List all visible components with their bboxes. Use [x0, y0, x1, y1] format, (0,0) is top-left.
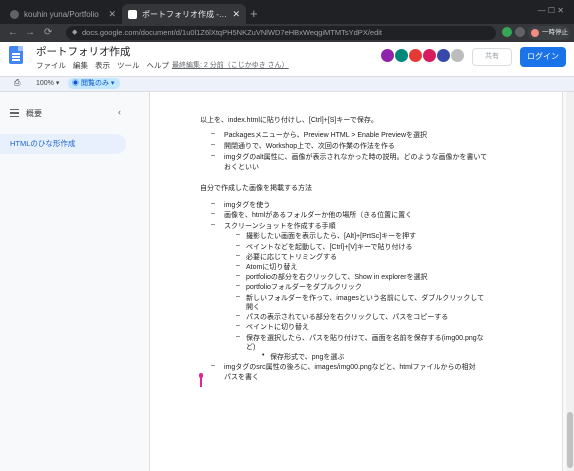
bullet-icon: – [236, 322, 240, 329]
url-text: docs.google.com/document/d/1u0l1Z6lXtqPH… [82, 28, 382, 37]
list-item: パスを書く [224, 374, 259, 381]
avatar[interactable] [380, 48, 395, 63]
bullet-icon: • [262, 352, 265, 359]
share-button[interactable]: 共有 [472, 48, 512, 66]
bullet-icon: – [236, 272, 240, 279]
avatar[interactable] [394, 48, 409, 63]
avatar[interactable] [422, 48, 437, 63]
bullet-icon: – [236, 293, 240, 300]
avatar[interactable] [436, 48, 451, 63]
bullet-icon: – [211, 152, 215, 159]
list-item: おくといい [224, 164, 259, 171]
print-icon[interactable]: ⎙ [14, 78, 20, 88]
tab-title: ポートフォリオ作成 - Google ドキュメント [142, 9, 228, 19]
remote-cursor [198, 373, 203, 387]
avatar-icon [531, 29, 539, 37]
list-item: Packagesメニューから、Preview HTML > Enable Pre… [224, 132, 427, 139]
list-item: portfolioフォルダーをダブルクリック [246, 284, 362, 291]
extension-icon[interactable] [515, 27, 525, 37]
list-item: 開閉通りで、Workshop上で、次回の作業の作法を作る [224, 143, 395, 150]
bullet-icon: – [236, 312, 240, 319]
eye-icon: ◉ [72, 80, 79, 87]
new-tab-button[interactable]: + [250, 6, 258, 21]
list-item: imgタグを使う [224, 202, 271, 209]
bullet-icon: – [236, 262, 240, 269]
close-icon[interactable]: ✕ [232, 9, 240, 20]
bullet-icon: – [236, 252, 240, 259]
outline-icon [10, 109, 19, 117]
bullet-icon: – [236, 282, 240, 289]
url-field[interactable]: ◆ docs.google.com/document/d/1u0l1Z6lXtq… [66, 26, 496, 40]
pause-label: 一時停止 [542, 29, 568, 36]
list-item: ペイントに切り替え [246, 324, 309, 331]
list-item: Atomに切り替え [246, 264, 298, 271]
bullet-icon: – [211, 130, 215, 137]
login-button[interactable]: ログイン [520, 47, 566, 67]
window-controls[interactable]: — ☐ ✕ [538, 6, 564, 15]
paragraph: 自分で作成した画像を掲載する方法 [200, 185, 312, 192]
github-icon [10, 9, 19, 19]
view-mode-label: 閲覧のみ [80, 80, 109, 87]
outline-title: 概要 [26, 109, 42, 118]
list-item: ど) [246, 344, 256, 351]
menu-view[interactable]: 表示 [95, 60, 110, 71]
list-item: スクリーンショットを作成する手順 [224, 223, 336, 230]
scroll-thumb[interactable] [567, 412, 573, 468]
docs-favicon-icon [128, 9, 137, 19]
lock-icon: ◆ [72, 29, 78, 36]
list-item: imgタグのsrc属性の後ろに、images/img00.pngなどと、html… [224, 364, 476, 371]
zoom-value: 100% [36, 80, 54, 87]
star-icon[interactable]: ☆ [107, 44, 115, 55]
tab-title: kouhin yuna/Portfolio [24, 9, 99, 19]
view-mode-button[interactable]: ◉ 閲覧のみ ▾ [68, 78, 121, 89]
menu-edit[interactable]: 編集 [73, 60, 88, 71]
document-title[interactable]: ポートフォリオ作成 [36, 44, 131, 59]
chevron-down-icon: ▾ [110, 80, 115, 87]
bullet-icon: – [236, 231, 240, 238]
outline-item[interactable]: HTMLのひな形作成 [0, 134, 126, 154]
list-item: 必要に応じてトリミングする [246, 254, 337, 261]
avatar[interactable] [408, 48, 423, 63]
menu-file[interactable]: ファイル [36, 60, 66, 71]
bullet-icon: – [211, 221, 215, 228]
bullet-icon: – [236, 242, 240, 249]
list-item: パスの表示されている部分を右クリックして、パスをコピーする [246, 314, 449, 321]
list-item: 保存を選択したら、パスを貼り付けて、画面を名前を保存する(img00.pngな [246, 335, 484, 342]
reload-icon[interactable]: ⟳ [44, 27, 52, 38]
menu-help[interactable]: ヘルプ [147, 60, 170, 71]
paragraph: 以上を、index.htmlに貼り付けし、[Ctrl]+[S]キーで保存。 [200, 117, 378, 124]
chevron-down-icon: ▾ [55, 80, 60, 87]
list-item: 保存形式で、pngを選ぶ [270, 354, 345, 361]
forward-icon[interactable]: → [25, 27, 35, 38]
list-item: 画像を、htmlがあるフォルダーか他の場所（きる位置に置く [224, 212, 413, 219]
bullet-icon: – [211, 362, 215, 369]
browser-tab-docs[interactable]: ポートフォリオ作成 - Google ドキュメント ✕ [122, 4, 246, 24]
avatar-more[interactable] [450, 48, 465, 63]
list-item: 撮影したい画面を表示したら、[Alt]+[PrtSc]キーを押す [246, 233, 417, 240]
browser-tab-portfolio[interactable]: kouhin yuna/Portfolio ✕ [4, 4, 122, 24]
zoom-select[interactable]: 100% ▾ [36, 79, 59, 87]
last-edit-link[interactable]: 最終編集: 2 分前（こじかゆき さん） [172, 60, 289, 70]
menu-tools[interactable]: ツール [117, 60, 140, 71]
back-icon[interactable]: ← [8, 27, 18, 38]
list-item: 開く [246, 304, 260, 311]
extension-icon[interactable] [502, 27, 512, 37]
profile-pause-chip[interactable]: 一時停止 [528, 26, 570, 40]
bullet-icon: – [236, 333, 240, 340]
list-item: ペイントなどを起動して、[Ctrl]+[V]キーで貼り付ける [246, 244, 413, 251]
list-item: imgタグのalt属性に、画像が表示されなかった時の説明。どのような画像かを書い… [224, 154, 488, 161]
collapse-icon[interactable]: ‹ [118, 107, 121, 117]
list-item: portfolioの部分を右クリックして、Show in explorerを選択 [246, 274, 428, 281]
close-icon[interactable]: ✕ [108, 9, 116, 20]
menu-bar: ファイル 編集 表示 ツール ヘルプ [36, 60, 169, 71]
bullet-icon: – [211, 200, 215, 207]
bullet-icon: – [211, 141, 215, 148]
bullet-icon: – [211, 210, 215, 217]
list-item: 新しいフォルダーを作って、imagesという名前にして、ダブルクリックして [246, 295, 485, 302]
docs-logo-icon[interactable] [9, 46, 23, 64]
